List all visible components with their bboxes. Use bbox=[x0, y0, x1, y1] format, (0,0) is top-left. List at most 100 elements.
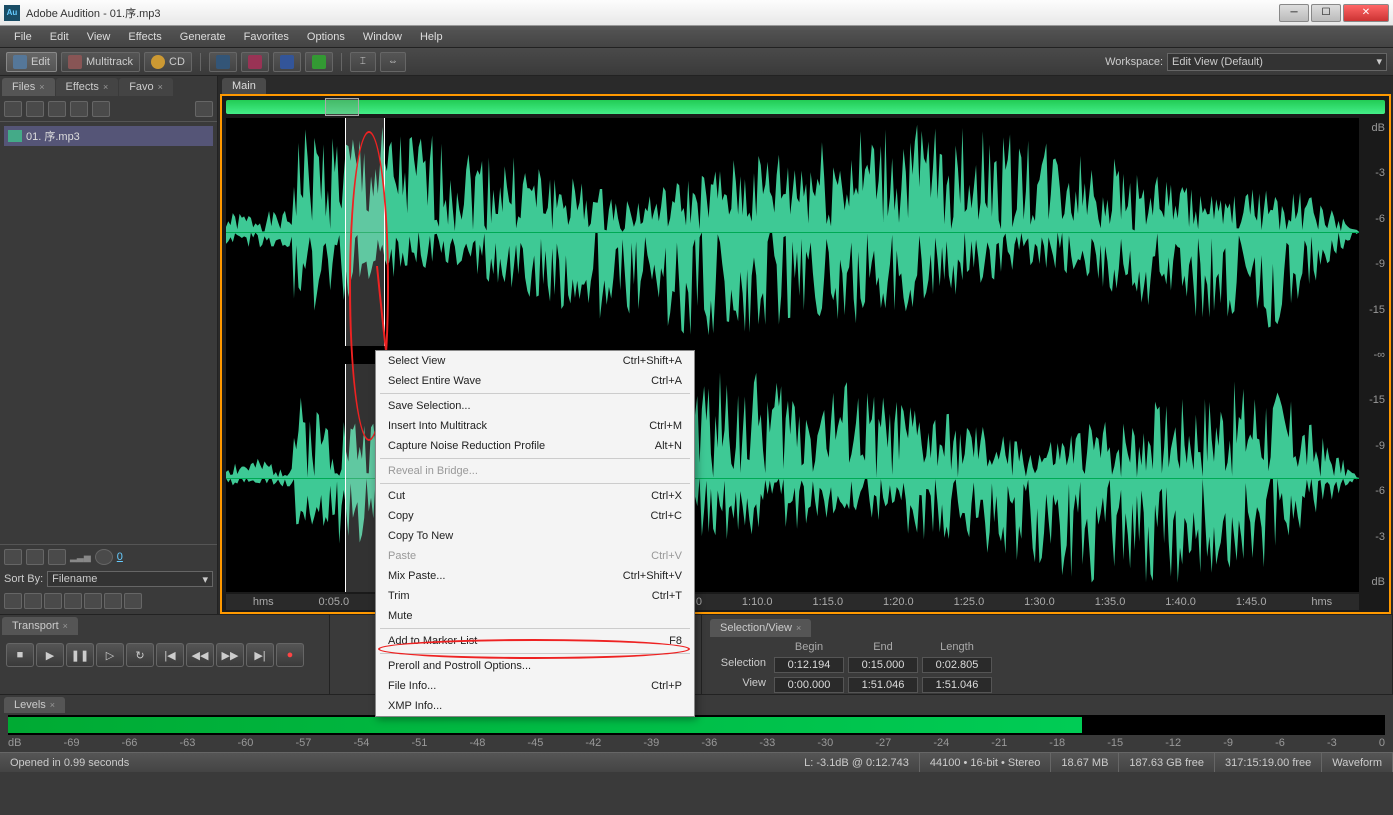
stop-button[interactable]: ■ bbox=[6, 643, 34, 667]
main-tab[interactable]: Main bbox=[222, 78, 266, 94]
menu-options[interactable]: Options bbox=[299, 29, 353, 45]
volume-icon[interactable] bbox=[95, 549, 113, 565]
ctx-file-info-[interactable]: File Info...Ctrl+P bbox=[376, 676, 694, 696]
context-menu: Select ViewCtrl+Shift+ASelect Entire Wav… bbox=[375, 350, 695, 717]
selview-value[interactable]: 0:02.805 bbox=[922, 657, 992, 673]
view-option-4[interactable] bbox=[64, 593, 82, 609]
close-file-icon[interactable] bbox=[26, 101, 44, 117]
import-icon[interactable] bbox=[4, 101, 22, 117]
play-button[interactable]: ▶ bbox=[36, 643, 64, 667]
view-option-3[interactable] bbox=[44, 593, 62, 609]
status-message: Opened in 0.99 seconds bbox=[0, 753, 794, 772]
selview-value[interactable]: 0:00.000 bbox=[774, 677, 844, 693]
transport-tab[interactable]: Transport× bbox=[2, 617, 78, 635]
options-icon[interactable] bbox=[92, 101, 110, 117]
view-button-3[interactable] bbox=[273, 52, 301, 72]
levels-tab[interactable]: Levels× bbox=[4, 697, 65, 713]
selview-tab[interactable]: Selection/View× bbox=[710, 619, 811, 637]
view-option-2[interactable] bbox=[24, 593, 42, 609]
overview-selection[interactable] bbox=[325, 98, 360, 116]
title-bar: Au Adobe Audition - 01.序.mp3 ─ ☐ ✕ bbox=[0, 0, 1393, 26]
menu-window[interactable]: Window bbox=[355, 29, 410, 45]
ctx-add-to-marker-list[interactable]: Add to Marker ListF8 bbox=[376, 631, 694, 651]
app-icon: Au bbox=[4, 5, 20, 21]
ctx-reveal-in-bridge-: Reveal in Bridge... bbox=[376, 461, 694, 481]
minimize-button[interactable]: ─ bbox=[1279, 4, 1309, 22]
go-start-button[interactable]: |◀ bbox=[156, 643, 184, 667]
menu-file[interactable]: File bbox=[6, 29, 40, 45]
view-option-5[interactable] bbox=[84, 593, 102, 609]
go-end-button[interactable]: ▶| bbox=[246, 643, 274, 667]
menu-effects[interactable]: Effects bbox=[120, 29, 169, 45]
file-item[interactable]: 01. 序.mp3 bbox=[4, 126, 213, 146]
menu-view[interactable]: View bbox=[79, 29, 119, 45]
rewind-button[interactable]: ◀◀ bbox=[186, 643, 214, 667]
transport-panel: Transport× ■ ▶ ❚❚ ▷ ↻ |◀ ◀◀ ▶▶ ▶| ● bbox=[0, 615, 330, 694]
tool-time-select[interactable]: ⌶ bbox=[350, 52, 376, 72]
autoplay-icon[interactable] bbox=[48, 549, 66, 565]
edit-mode-button[interactable]: Edit bbox=[6, 52, 57, 72]
menu-help[interactable]: Help bbox=[412, 29, 451, 45]
record-button[interactable]: ● bbox=[276, 643, 304, 667]
status-bar: Opened in 0.99 seconds L: -3.1dB @ 0:12.… bbox=[0, 752, 1393, 772]
ctx-copy-to-new[interactable]: Copy To New bbox=[376, 526, 694, 546]
sidebar-tab-effects[interactable]: Effects× bbox=[56, 78, 119, 96]
view-option-7[interactable] bbox=[124, 593, 142, 609]
ctx-trim[interactable]: TrimCtrl+T bbox=[376, 586, 694, 606]
close-button[interactable]: ✕ bbox=[1343, 4, 1389, 22]
play-to-end-button[interactable]: ▷ bbox=[96, 643, 124, 667]
insert-icon[interactable] bbox=[70, 101, 88, 117]
selview-value[interactable]: 0:12.194 bbox=[774, 657, 844, 673]
loop-icon[interactable] bbox=[26, 549, 44, 565]
status-disk: 187.63 GB free bbox=[1119, 753, 1215, 772]
menu-generate[interactable]: Generate bbox=[172, 29, 234, 45]
view-button-4[interactable] bbox=[305, 52, 333, 72]
selection-region[interactable] bbox=[345, 118, 385, 346]
menu-favorites[interactable]: Favorites bbox=[236, 29, 297, 45]
sort-label: Sort By: bbox=[4, 573, 43, 585]
status-format: 44100 • 16-bit • Stereo bbox=[920, 753, 1051, 772]
edit-file-icon[interactable] bbox=[48, 101, 66, 117]
maximize-button[interactable]: ☐ bbox=[1311, 4, 1341, 22]
selview-value[interactable]: 1:51.046 bbox=[848, 677, 918, 693]
view-button-1[interactable] bbox=[209, 52, 237, 72]
ctx-capture-noise-reduction-profile[interactable]: Capture Noise Reduction ProfileAlt+N bbox=[376, 436, 694, 456]
selview-value[interactable]: 0:15.000 bbox=[848, 657, 918, 673]
db-scale: dB-3-6-9-15-∞-15-9-6-3dB bbox=[1361, 118, 1387, 592]
volume-value[interactable]: 0 bbox=[117, 551, 123, 563]
cd-mode-button[interactable]: CD bbox=[144, 52, 192, 72]
ctx-copy[interactable]: CopyCtrl+C bbox=[376, 506, 694, 526]
ctx-mute[interactable]: Mute bbox=[376, 606, 694, 626]
forward-button[interactable]: ▶▶ bbox=[216, 643, 244, 667]
ctx-cut[interactable]: CutCtrl+X bbox=[376, 486, 694, 506]
file-panel-toolbar bbox=[0, 96, 217, 122]
ctx-select-view[interactable]: Select ViewCtrl+Shift+A bbox=[376, 351, 694, 371]
audio-file-icon bbox=[8, 130, 22, 142]
ctx-save-selection-[interactable]: Save Selection... bbox=[376, 396, 694, 416]
play-icon[interactable] bbox=[4, 549, 22, 565]
status-level: L: -3.1dB @ 0:12.743 bbox=[794, 753, 920, 772]
tool-move[interactable]: ⇔ bbox=[380, 52, 406, 72]
ctx-preroll-and-postroll-options-[interactable]: Preroll and Postroll Options... bbox=[376, 656, 694, 676]
multitrack-mode-button[interactable]: Multitrack bbox=[61, 52, 140, 72]
sort-dropdown[interactable]: Filename▾ bbox=[47, 571, 213, 587]
panel-menu-icon[interactable] bbox=[195, 101, 213, 117]
ctx-xmp-info-[interactable]: XMP Info... bbox=[376, 696, 694, 716]
file-list[interactable]: 01. 序.mp3 bbox=[0, 122, 217, 544]
ctx-insert-into-multitrack[interactable]: Insert Into MultitrackCtrl+M bbox=[376, 416, 694, 436]
workspace-dropdown[interactable]: Edit View (Default)▾ bbox=[1167, 53, 1387, 71]
pause-button[interactable]: ❚❚ bbox=[66, 643, 94, 667]
view-button-2[interactable] bbox=[241, 52, 269, 72]
waveform-icon bbox=[13, 55, 27, 69]
view-option-1[interactable] bbox=[4, 593, 22, 609]
loop-play-button[interactable]: ↻ bbox=[126, 643, 154, 667]
menu-edit[interactable]: Edit bbox=[42, 29, 77, 45]
sidebar-tab-favo[interactable]: Favo× bbox=[119, 78, 173, 96]
selview-value[interactable]: 1:51.046 bbox=[922, 677, 992, 693]
overview-bar[interactable] bbox=[226, 100, 1385, 114]
ctx-select-entire-wave[interactable]: Select Entire WaveCtrl+A bbox=[376, 371, 694, 391]
view-option-6[interactable] bbox=[104, 593, 122, 609]
window-title: Adobe Audition - 01.序.mp3 bbox=[26, 5, 1279, 21]
sidebar-tab-files[interactable]: Files× bbox=[2, 78, 55, 96]
ctx-mix-paste-[interactable]: Mix Paste...Ctrl+Shift+V bbox=[376, 566, 694, 586]
